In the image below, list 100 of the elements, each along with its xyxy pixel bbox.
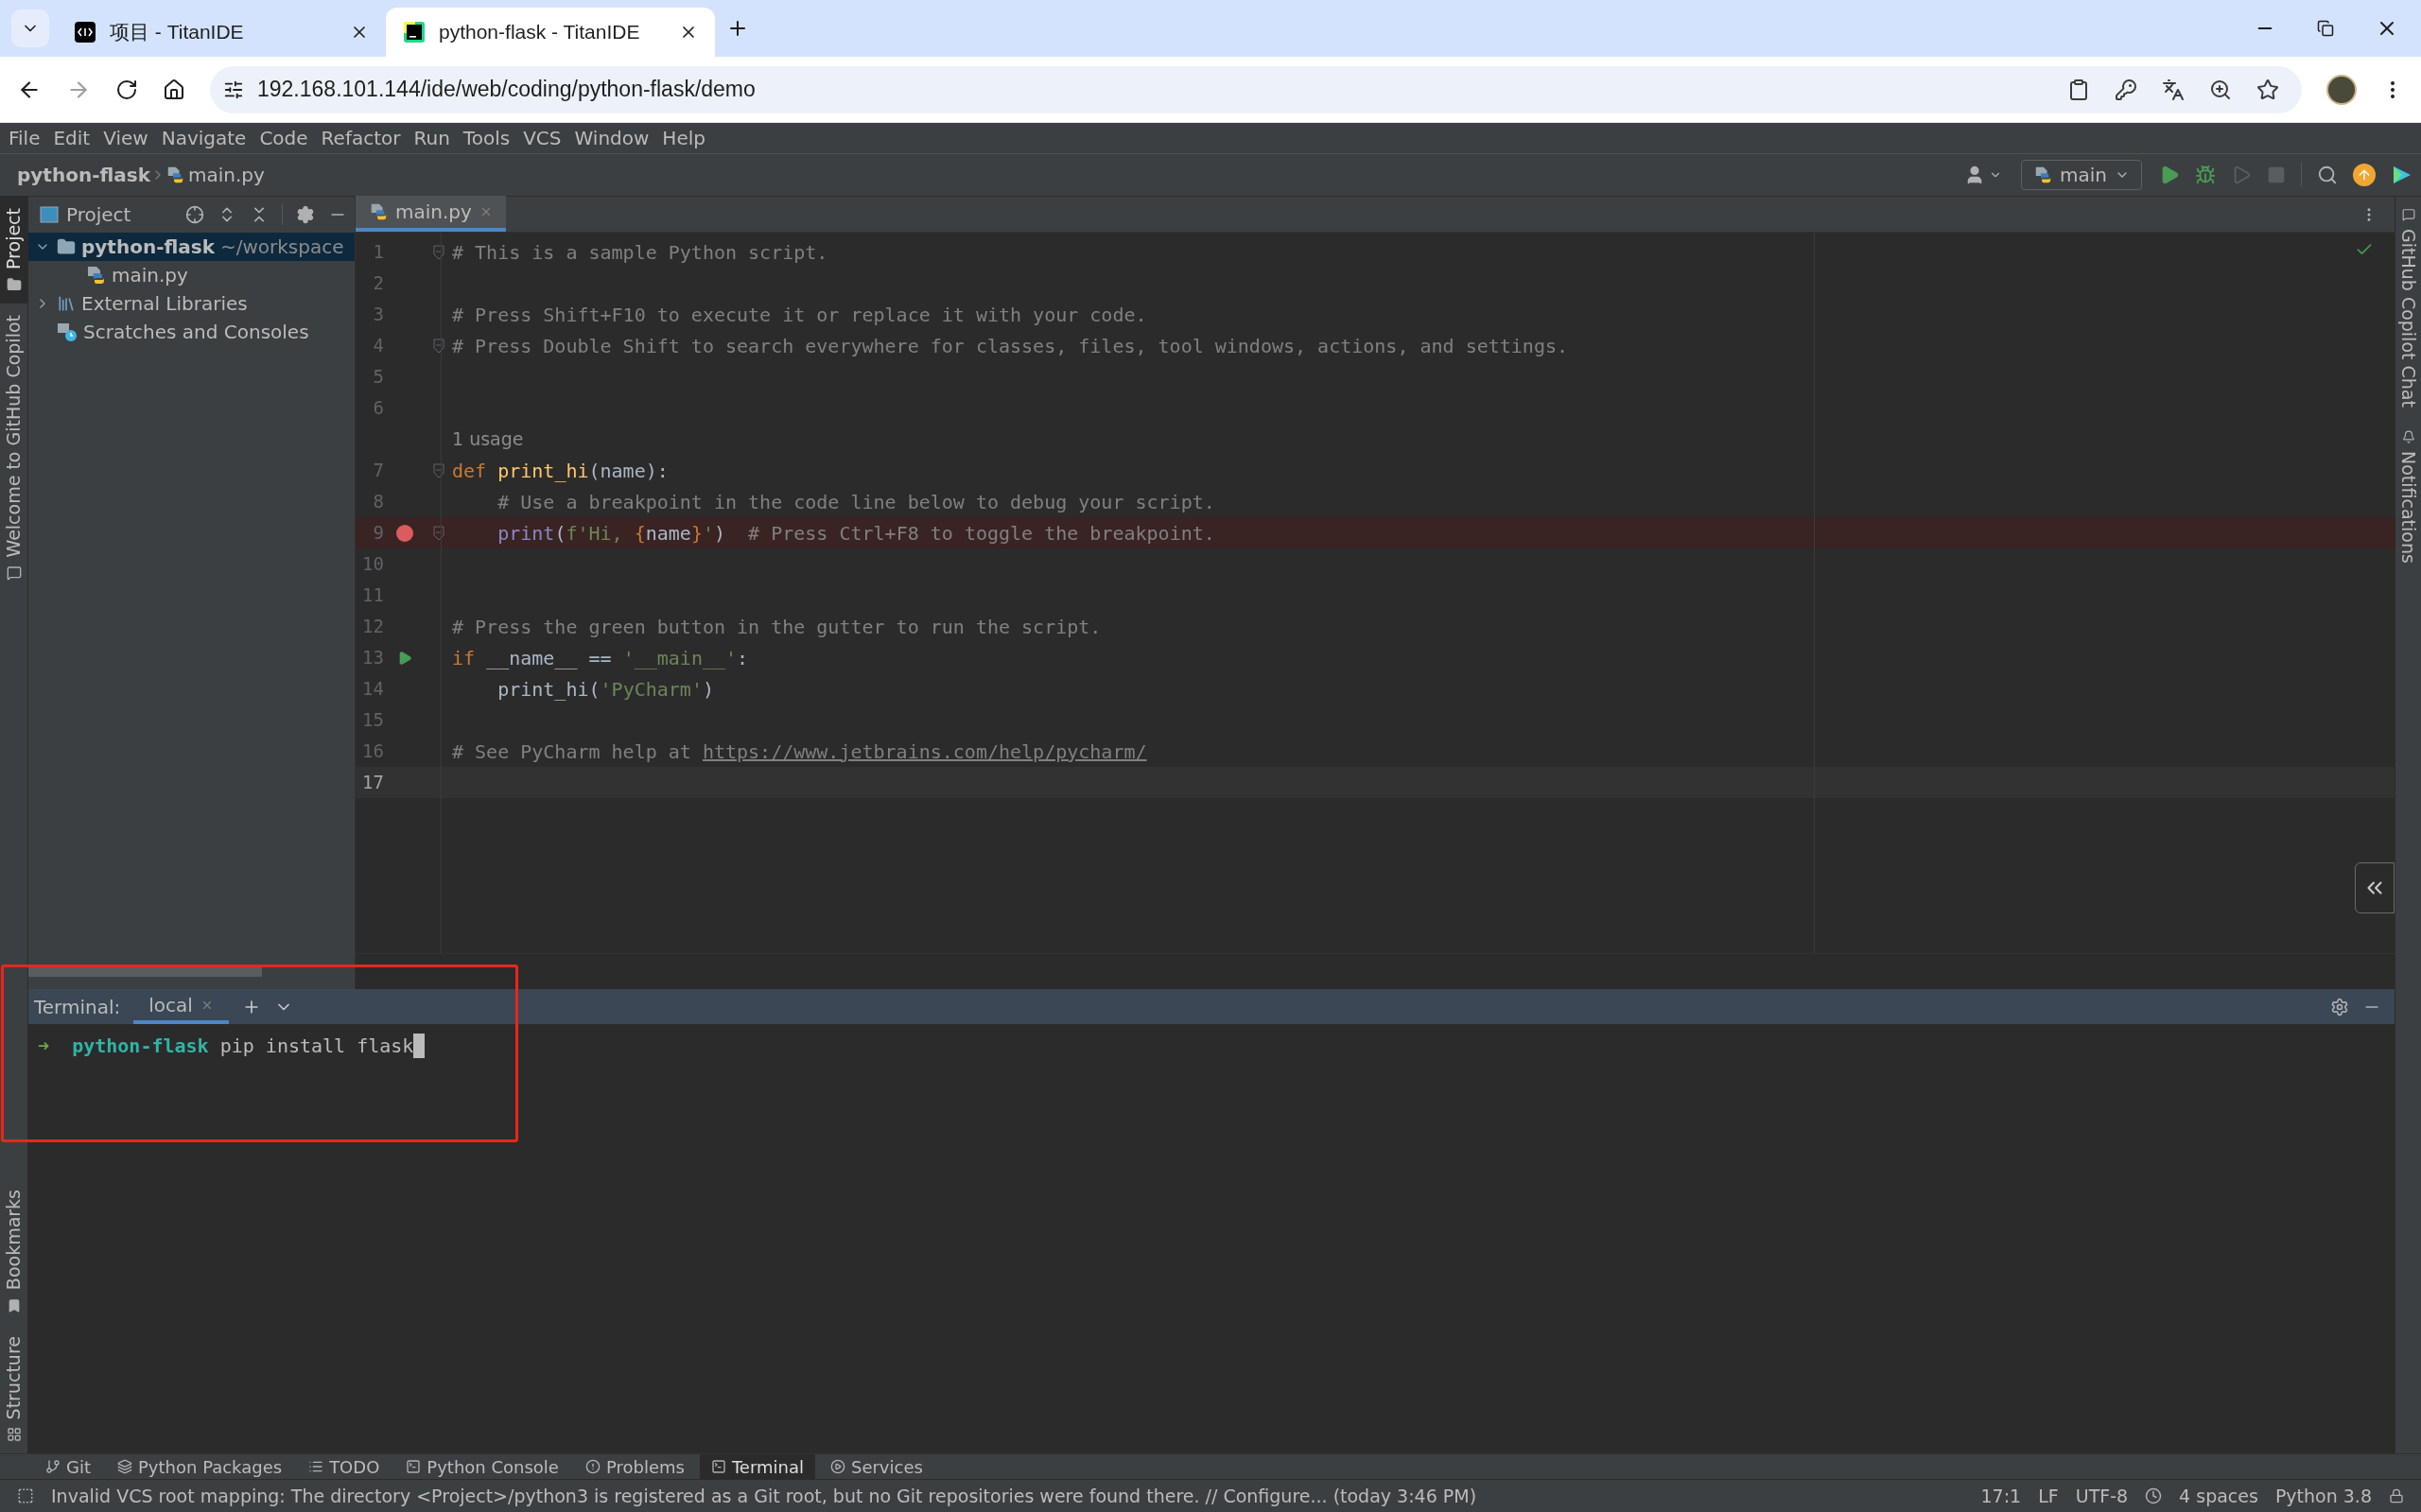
menu-item[interactable]: Code: [253, 124, 315, 152]
terminal-cursor: [413, 1034, 426, 1058]
tree-item[interactable]: Scratches and Consoles: [28, 318, 355, 346]
tool-window-tab[interactable]: Notifications: [2395, 418, 2421, 575]
folder-icon: [6, 277, 22, 292]
settings-icon[interactable]: [296, 205, 315, 224]
link[interactable]: https://www.jetbrains.com/help/pycharm/: [702, 739, 1147, 763]
menu-item[interactable]: Navigate: [154, 124, 253, 152]
address-bar[interactable]: 192.168.101.144/ide/web/coding/python-flask/demo: [210, 65, 2302, 113]
lock-icon[interactable]: [2389, 1488, 2404, 1503]
menu-item[interactable]: VCS: [516, 124, 568, 152]
locate-icon[interactable]: [185, 205, 204, 224]
tool-window-tab[interactable]: Structure: [0, 1324, 27, 1453]
code-line: def print_hi(name):: [452, 458, 669, 484]
line-number: 9: [372, 521, 384, 546]
line-number: 1: [372, 240, 384, 265]
code-line: # See PyCharm help at https://www.jetbrains.com/help/pycharm/: [452, 739, 1147, 765]
menu-item[interactable]: View: [96, 124, 155, 152]
profile-avatar[interactable]: [2326, 74, 2357, 105]
menu-item[interactable]: Help: [655, 124, 712, 152]
app-logo-icon: [403, 21, 426, 43]
key-icon[interactable]: [2115, 78, 2137, 101]
status-message[interactable]: Invalid VCS root mapping: The directory <Project>/python3 is registered as a Git root, but no Git repositories were found there. // Configure... (today 3:46 PM): [51, 1482, 1964, 1510]
code-line: # Press the green button in the gutter to run the script.: [452, 614, 1102, 640]
site-info-icon[interactable]: [223, 78, 244, 100]
browser-tab[interactable]: 项目 - TitanIDE: [57, 8, 386, 57]
line-number: 5: [372, 365, 384, 390]
terminal-line: ➜ python-flask pip install flask: [38, 1034, 414, 1059]
tree-item[interactable]: python-flask ~/workspace: [28, 233, 355, 261]
line-separator[interactable]: LF: [2038, 1482, 2059, 1510]
tree-item[interactable]: External Libraries: [28, 289, 355, 318]
tool-window-tab[interactable]: Services: [818, 1453, 934, 1480]
debug-icon[interactable]: [2195, 165, 2216, 185]
window-icon: [40, 206, 59, 223]
settings-icon[interactable]: [2330, 997, 2349, 1017]
line-number: 10: [361, 552, 384, 577]
breadcrumb-item[interactable]: main.py: [187, 161, 265, 189]
menu-item[interactable]: Window: [567, 124, 656, 152]
menu-item[interactable]: Edit: [46, 124, 97, 152]
indent-setting[interactable]: 4 spaces: [2179, 1482, 2258, 1510]
python-file-icon: [369, 202, 388, 221]
code-line: print(f'Hi, {name}') # Press Ctrl+F8 to toggle the breakpoint.: [496, 520, 1215, 547]
collapse-panel-button[interactable]: [2355, 862, 2395, 913]
copilot-icon: [6, 565, 22, 581]
tool-window-tab[interactable]: Problems: [573, 1453, 696, 1480]
reload-icon[interactable]: [115, 78, 138, 101]
restore-icon[interactable]: [2317, 20, 2334, 37]
tool-window-tab[interactable]: Welcome to GitHub Copilot: [0, 304, 27, 592]
line-number: 12: [361, 615, 384, 639]
bookmark-star-icon[interactable]: [2256, 78, 2279, 101]
tool-window-tab[interactable]: GitHub Copilot Chat: [2395, 197, 2421, 419]
file-encoding[interactable]: UTF-8: [2075, 1482, 2129, 1510]
tool-window-tab[interactable]: Terminal: [699, 1453, 815, 1480]
code-line: print_hi('PyCharm'): [496, 676, 714, 703]
clipboard-icon[interactable]: [2067, 78, 2090, 101]
tool-window-tab[interactable]: Python Console: [394, 1453, 570, 1480]
breadcrumb-item[interactable]: python-flask: [17, 161, 150, 189]
line-number: 2: [372, 271, 384, 296]
menu-item[interactable]: Refactor: [314, 124, 408, 152]
alert-icon: [584, 1459, 601, 1474]
branch-icon: [45, 1459, 61, 1474]
line-number: 17: [361, 771, 384, 795]
interpreter[interactable]: Python 3.8: [2274, 1482, 2372, 1510]
code-line: # Press Double Shift to search everywhere for classes, files, tool windows, actions, and settings.: [452, 333, 1569, 359]
caret-position[interactable]: 17:1: [1980, 1482, 2022, 1510]
play-circle-icon: [829, 1459, 845, 1474]
menu-item[interactable]: Tools: [456, 124, 517, 152]
line-number: 3: [372, 303, 384, 327]
tool-window-tab[interactable]: Bookmarks: [0, 1178, 27, 1325]
tool-window-tab[interactable]: Project: [0, 197, 27, 304]
code-line: # Press Shift+F10 to execute it or replace it with your code.: [452, 302, 1147, 328]
tool-window-tab[interactable]: Git: [34, 1453, 102, 1480]
fold-icon[interactable]: [433, 525, 444, 541]
terminal-icon: [710, 1459, 726, 1474]
console-icon: [406, 1459, 422, 1474]
tool-window-tab[interactable]: Python Packages: [106, 1453, 294, 1480]
app-logo-icon: [74, 21, 96, 43]
menu-item[interactable]: File: [2, 124, 47, 152]
panel-title: Terminal:: [34, 994, 121, 1020]
python-file-icon: [85, 265, 106, 286]
session-tab[interactable]: local: [133, 989, 229, 1024]
run-configuration-dropdown[interactable]: main: [2021, 160, 2142, 190]
home-icon[interactable]: [163, 78, 185, 101]
tree-item[interactable]: main.py: [28, 261, 355, 289]
search-icon[interactable]: [2317, 165, 2338, 185]
status-icon[interactable]: [2145, 1487, 2163, 1504]
zoom-icon[interactable]: [2209, 78, 2232, 101]
structure-icon: [6, 1427, 22, 1442]
tool-windows-icon[interactable]: [17, 1487, 34, 1504]
tool-window-tab[interactable]: TODO: [297, 1453, 392, 1480]
run-icon[interactable]: [397, 650, 412, 666]
translate-icon[interactable]: [2162, 78, 2185, 101]
python-icon: [2033, 165, 2052, 184]
line-number: 8: [372, 490, 384, 514]
browser-tab[interactable]: python-flask - TitanIDE: [386, 8, 715, 57]
update-icon[interactable]: [2353, 164, 2376, 186]
editor-tab[interactable]: main.py: [356, 196, 506, 232]
library-icon: [57, 294, 76, 313]
usage-hint[interactable]: 1 usage: [452, 426, 524, 453]
menu-item[interactable]: Run: [407, 124, 457, 152]
